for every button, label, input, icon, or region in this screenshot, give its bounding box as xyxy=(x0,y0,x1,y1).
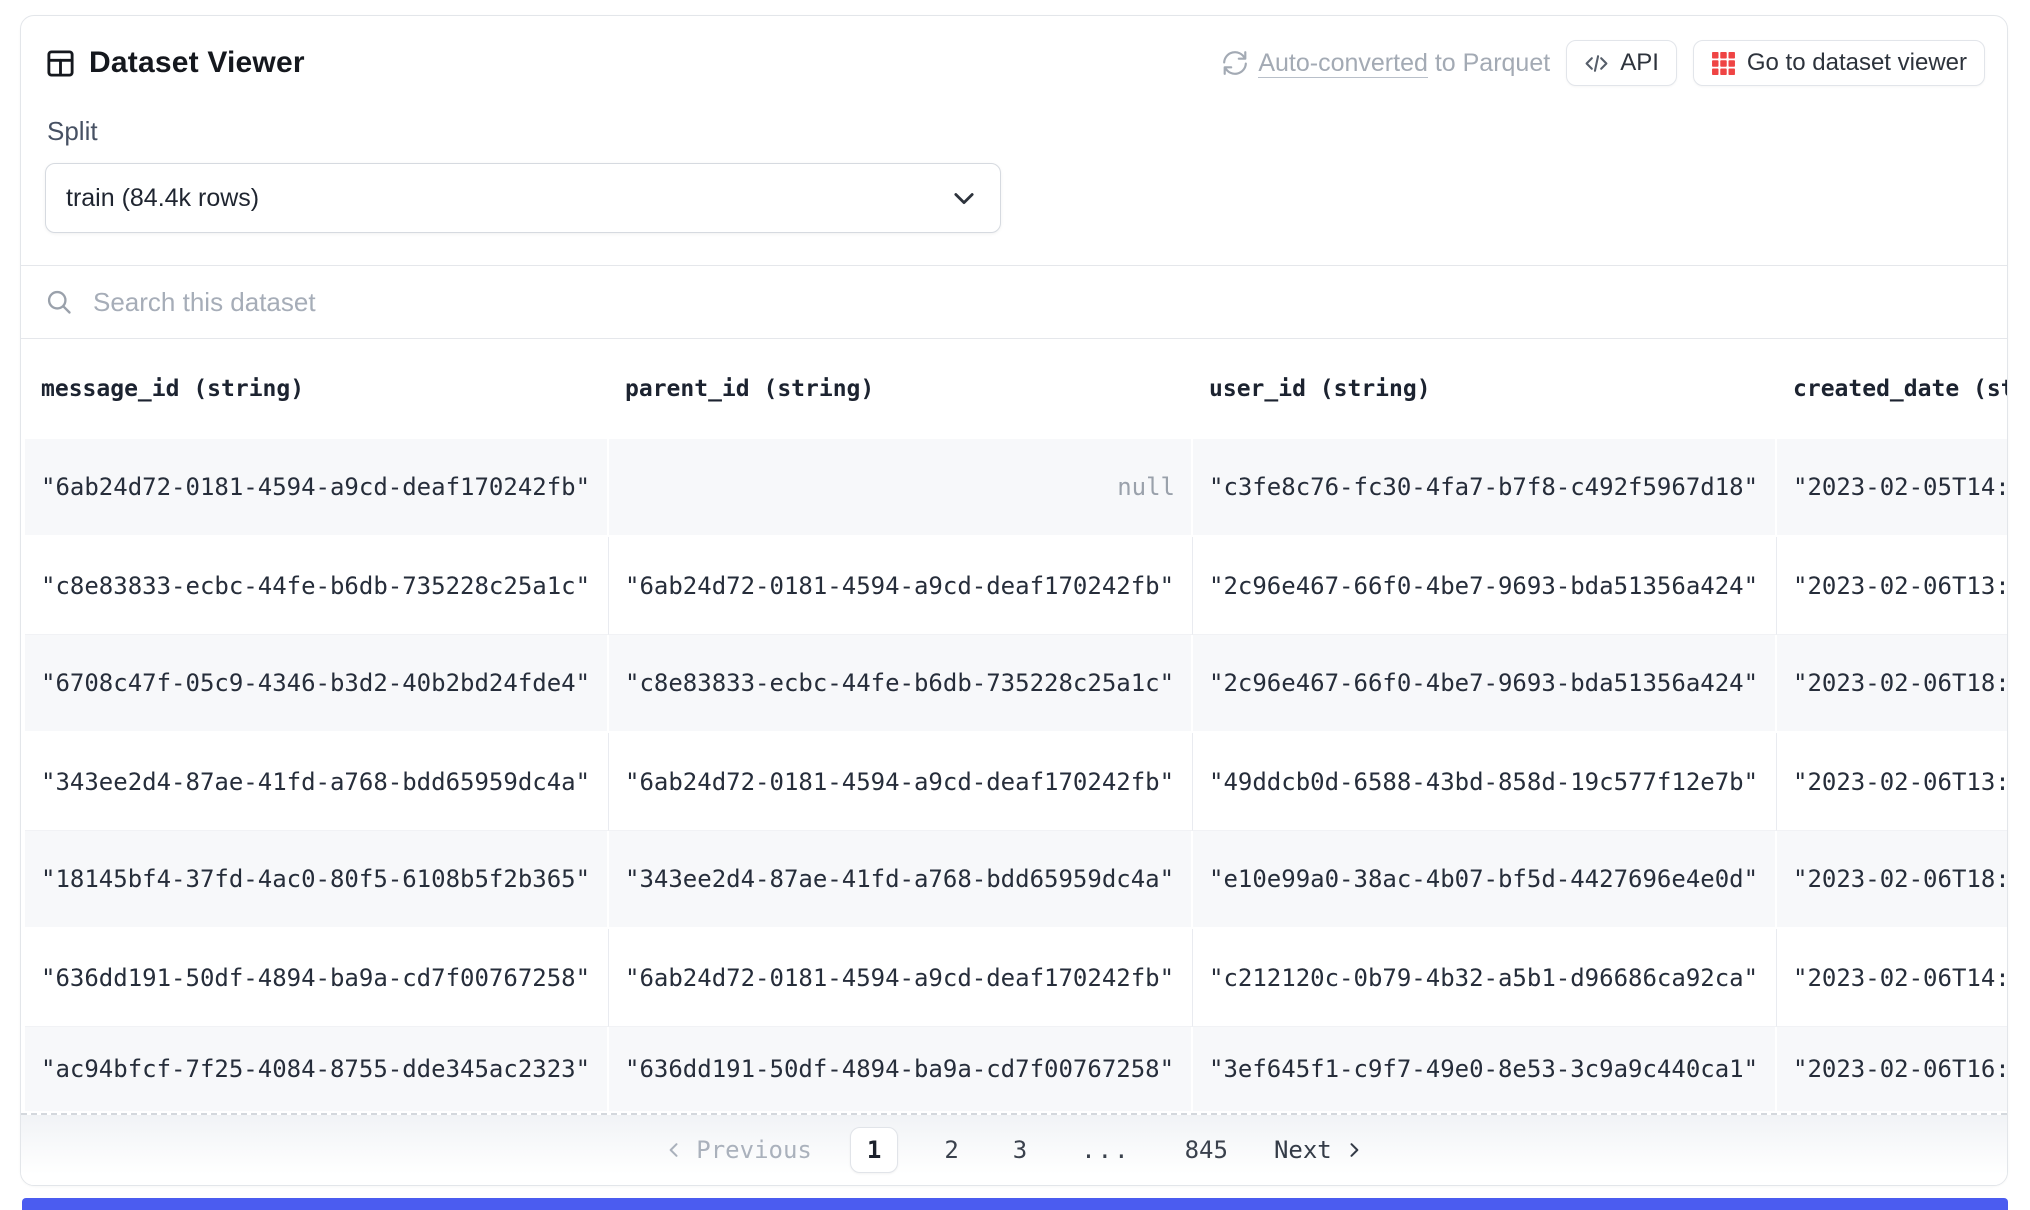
table-cell: "2023-02-06T13:3 xyxy=(1777,733,2007,831)
table-row: "343ee2d4-87ae-41fd-a768-bdd65959dc4a""6… xyxy=(25,733,2007,831)
table-cell: "343ee2d4-87ae-41fd-a768-bdd65959dc4a" xyxy=(609,831,1193,929)
table-cell: "2023-02-06T13:5 xyxy=(1777,537,2007,635)
table-cell: "2023-02-06T14:2 xyxy=(1777,929,2007,1027)
table-cell: "2c96e467-66f0-4be7-9693-bda51356a424" xyxy=(1193,635,1777,733)
table-cell: "c212120c-0b79-4b32-a5b1-d96686ca92ca" xyxy=(1193,929,1777,1027)
table-cell: "6ab24d72-0181-4594-a9cd-deaf170242fb" xyxy=(609,733,1193,831)
table-cell: "18145bf4-37fd-4ac0-80f5-6108b5f2b365" xyxy=(25,831,609,929)
red-grid-icon xyxy=(1711,51,1736,76)
go-to-dataset-viewer-button[interactable]: Go to dataset viewer xyxy=(1693,40,1985,86)
table-row: "6708c47f-05c9-4346-b3d2-40b2bd24fde4""c… xyxy=(25,635,2007,733)
auto-converted-link[interactable]: Auto-converted to Parquet xyxy=(1222,49,1550,78)
table-cell: "c8e83833-ecbc-44fe-b6db-735228c25a1c" xyxy=(609,635,1193,733)
column-header: message_id (string) xyxy=(25,339,609,439)
page-button-845[interactable]: 845 xyxy=(1177,1136,1236,1164)
page-ellipsis: ... xyxy=(1073,1136,1138,1164)
next-page-button[interactable]: Next xyxy=(1274,1136,1364,1164)
split-select-value: train (84.4k rows) xyxy=(66,184,259,213)
table-cell: "636dd191-50df-4894-ba9a-cd7f00767258" xyxy=(609,1027,1193,1113)
search-bar xyxy=(21,265,2007,339)
search-icon xyxy=(45,288,73,316)
card-header: Dataset Viewer Auto-converted to Parquet xyxy=(21,16,2007,233)
table-row: "18145bf4-37fd-4ac0-80f5-6108b5f2b365""3… xyxy=(25,831,2007,929)
table-cell: "2c96e467-66f0-4be7-9693-bda51356a424" xyxy=(1193,537,1777,635)
previous-page-label: Previous xyxy=(696,1136,812,1164)
column-header: parent_id (string) xyxy=(609,339,1193,439)
table-cell: "6ab24d72-0181-4594-a9cd-deaf170242fb" xyxy=(25,439,609,537)
pagination: Previous 1 2 3... 845 Next xyxy=(21,1115,2007,1185)
page-button-2[interactable]: 2 xyxy=(936,1136,966,1164)
table-cell: "c8e83833-ecbc-44fe-b6db-735228c25a1c" xyxy=(25,537,609,635)
column-header: created_date (string) xyxy=(1777,339,2007,439)
table-cell: "6ab24d72-0181-4594-a9cd-deaf170242fb" xyxy=(609,929,1193,1027)
page-title: Dataset Viewer xyxy=(89,46,305,80)
api-button[interactable]: API xyxy=(1566,40,1677,86)
table-cell: "6708c47f-05c9-4346-b3d2-40b2bd24fde4" xyxy=(25,635,609,733)
chevron-right-icon xyxy=(1344,1140,1364,1160)
bottom-cutoff-banner xyxy=(22,1198,2008,1210)
page-button-3[interactable]: 3 xyxy=(1005,1136,1035,1164)
table-row: "c8e83833-ecbc-44fe-b6db-735228c25a1c""6… xyxy=(25,537,2007,635)
table-row: "ac94bfcf-7f25-4084-8755-dde345ac2323""6… xyxy=(25,1027,2007,1113)
page-button-1[interactable]: 1 xyxy=(850,1127,898,1173)
table-cell: "2023-02-06T18:5 xyxy=(1777,831,2007,929)
pagination-pages: 1 2 3... 845 xyxy=(850,1127,1236,1173)
code-icon xyxy=(1584,51,1609,76)
table-cell: "ac94bfcf-7f25-4084-8755-dde345ac2323" xyxy=(25,1027,609,1113)
column-header: user_id (string) xyxy=(1193,339,1777,439)
table-wrap: message_id (string)parent_id (string)use… xyxy=(21,339,2007,1113)
chevron-left-icon xyxy=(664,1140,684,1160)
auto-converted-label: Auto-converted xyxy=(1258,49,1428,78)
table-cell: "2023-02-06T18:4 xyxy=(1777,635,2007,733)
dataset-viewer-card: Dataset Viewer Auto-converted to Parquet xyxy=(20,15,2008,1186)
table-header-row: message_id (string)parent_id (string)use… xyxy=(25,339,2007,439)
previous-page-button[interactable]: Previous xyxy=(664,1136,812,1164)
split-select[interactable]: train (84.4k rows) xyxy=(45,163,1001,233)
auto-converted-rest: to Parquet xyxy=(1435,49,1550,77)
table-row: "636dd191-50df-4894-ba9a-cd7f00767258""6… xyxy=(25,929,2007,1027)
api-button-label: API xyxy=(1620,49,1659,77)
table-cell: "49ddcb0d-6588-43bd-858d-19c577f12e7b" xyxy=(1193,733,1777,831)
table-cell: "c3fe8c76-fc30-4fa7-b7f8-c492f5967d18" xyxy=(1193,439,1777,537)
table-row: "6ab24d72-0181-4594-a9cd-deaf170242fb"nu… xyxy=(25,439,2007,537)
table-cell: "6ab24d72-0181-4594-a9cd-deaf170242fb" xyxy=(609,537,1193,635)
next-page-label: Next xyxy=(1274,1136,1332,1164)
table-cell: null xyxy=(609,439,1193,537)
refresh-icon xyxy=(1222,50,1248,76)
search-input[interactable] xyxy=(93,287,1983,318)
table-body: "6ab24d72-0181-4594-a9cd-deaf170242fb"nu… xyxy=(25,439,2007,1113)
table-cell: "343ee2d4-87ae-41fd-a768-bdd65959dc4a" xyxy=(25,733,609,831)
table-cell: "2023-02-06T16:4 xyxy=(1777,1027,2007,1113)
table-cell: "e10e99a0-38ac-4b07-bf5d-4427696e4e0d" xyxy=(1193,831,1777,929)
table-cell: "2023-02-05T14:2 xyxy=(1777,439,2007,537)
chevron-down-icon xyxy=(950,184,978,212)
dataset-table: message_id (string)parent_id (string)use… xyxy=(25,339,2007,1113)
table-icon xyxy=(45,48,76,79)
table-cell: "3ef645f1-c9f7-49e0-8e53-3c9a9c440ca1" xyxy=(1193,1027,1777,1113)
go-to-dataset-viewer-label: Go to dataset viewer xyxy=(1747,49,1967,77)
table-cell: "636dd191-50df-4894-ba9a-cd7f00767258" xyxy=(25,929,609,1027)
split-label: Split xyxy=(47,116,1985,147)
